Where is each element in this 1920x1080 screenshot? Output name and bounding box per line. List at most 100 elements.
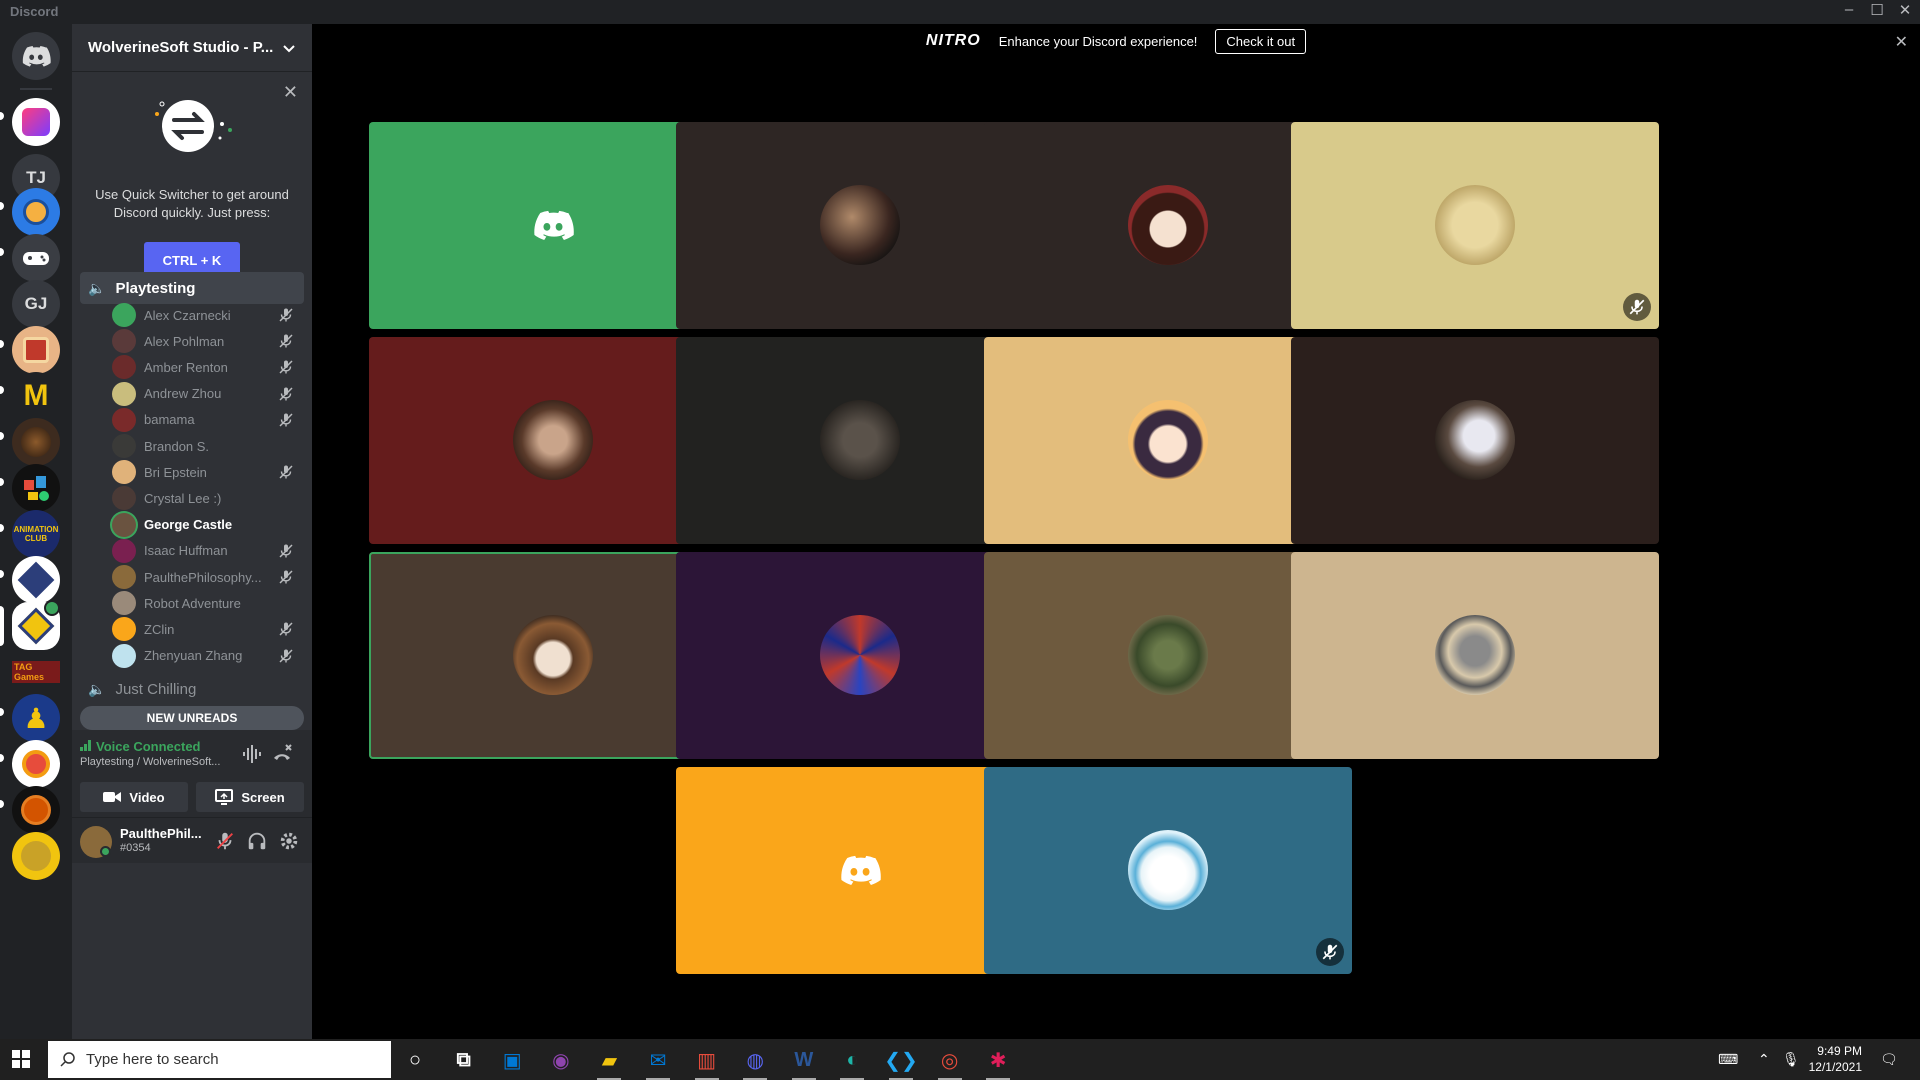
avatar: [112, 329, 136, 354]
podcast-taskbar-icon[interactable]: ◉: [546, 1045, 576, 1075]
avatar: [820, 615, 901, 695]
keyboard-icon[interactable]: ⌨: [1718, 1051, 1738, 1068]
discord-taskbar-icon[interactable]: ◍: [740, 1045, 770, 1080]
mic-muted-icon[interactable]: [214, 830, 236, 852]
new-unreads-button[interactable]: NEW UNREADS: [80, 706, 304, 730]
camera-icon: [103, 792, 122, 802]
mic-muted-icon: [278, 543, 294, 562]
voice-user-name: Andrew Zhou: [144, 386, 222, 402]
user-tag: #0354: [120, 842, 151, 854]
participant-tile[interactable]: [1290, 122, 1659, 329]
cortana-taskbar-icon[interactable]: ○: [400, 1045, 430, 1075]
voice-location-link[interactable]: Playtesting / WolverineSoft...: [80, 756, 220, 768]
avatar: [112, 643, 136, 668]
vscode-taskbar-icon[interactable]: ❮❯: [884, 1045, 918, 1080]
tag-games-logo: TAG Games: [12, 661, 60, 683]
unread-pill: [0, 202, 4, 210]
avatar: [820, 185, 901, 265]
server-9[interactable]: [12, 464, 60, 512]
screen-share-button[interactable]: Screen: [196, 782, 304, 812]
nitro-logo: NITRO: [925, 32, 981, 49]
close-icon[interactable]: ✕: [283, 82, 298, 103]
server-17-logo: [21, 841, 51, 871]
video-stage: NITRO Enhance your Discord experience! C…: [312, 24, 1920, 1039]
home-button[interactable]: [12, 32, 60, 80]
server-11[interactable]: [12, 556, 60, 604]
video-button[interactable]: Video: [80, 782, 188, 812]
word-taskbar-icon[interactable]: W: [789, 1045, 819, 1080]
server-14[interactable]: ♟: [12, 694, 60, 742]
server-6[interactable]: [12, 326, 60, 374]
server-8[interactable]: [12, 418, 60, 466]
mic-muted-icon: [278, 333, 294, 352]
mic-muted-icon: [278, 464, 294, 483]
server-16-logo: [21, 795, 51, 825]
avatar: [112, 565, 136, 589]
avatar: [513, 615, 593, 695]
voice-user-name: Zhenyuan Zhang: [144, 648, 243, 664]
close-icon[interactable]: ✕: [1895, 32, 1908, 52]
guild-header[interactable]: WolverineSoft Studio - P...: [72, 24, 312, 72]
mic-muted-icon: [278, 307, 294, 326]
headphones-icon[interactable]: [246, 830, 268, 852]
avatar: [112, 355, 136, 380]
avatar: [1127, 185, 1208, 265]
notifications-icon[interactable]: 🗨: [1880, 1051, 1898, 1068]
voice-activity-badge: [44, 600, 60, 616]
noise-suppression-icon[interactable]: [240, 742, 264, 766]
server-7[interactable]: M: [12, 372, 60, 420]
active-server-pill: [0, 606, 4, 646]
maximize-button[interactable]: ☐: [1864, 1, 1890, 19]
participant-tile[interactable]: [983, 767, 1352, 974]
check-it-out-button[interactable]: Check it out: [1215, 28, 1307, 54]
voice-user-name: Amber Renton: [144, 359, 228, 375]
server-16[interactable]: [12, 786, 60, 834]
voice-user-name: George Castle: [144, 517, 233, 533]
avatar: [112, 591, 136, 616]
close-window-button[interactable]: ✕: [1892, 1, 1918, 19]
server-gj[interactable]: GJ: [12, 280, 60, 328]
speaker-icon: 🔈: [88, 680, 106, 697]
server-1[interactable]: [12, 98, 60, 146]
server-4[interactable]: [12, 234, 60, 282]
file-explorer-taskbar-icon[interactable]: ▰: [594, 1045, 624, 1080]
nitro-text: Enhance your Discord experience!: [998, 33, 1198, 49]
participant-tile[interactable]: [1290, 337, 1659, 544]
unread-pill: [0, 432, 4, 440]
server-11-logo: [17, 561, 55, 599]
unread-pill: [0, 340, 4, 348]
voice-channel-just-chilling[interactable]: 🔈 Just Chilling: [80, 673, 304, 705]
signal-icon: [80, 740, 91, 751]
voice-user-name: PaulthePhilosophy...: [144, 569, 262, 585]
minimize-button[interactable]: –: [1836, 1, 1862, 18]
microphone-icon[interactable]: 🎙: [1782, 1051, 1800, 1068]
disconnect-icon[interactable]: [270, 742, 294, 766]
voice-user-row[interactable]: Zhenyuan Zhang: [112, 640, 304, 672]
taskbar-search-input[interactable]: Type here to search: [48, 1041, 391, 1078]
windows-taskbar: Type here to search ○ ⧉ ▣ ◉ ▰ ✉ ▥ ◍ W ◐ ❮❯ ◎ ✱ ⌨ ⌃ 🎙…: [0, 1039, 1920, 1080]
mic-muted-icon: [278, 412, 294, 431]
server-10[interactable]: ANIMATION CLUB: [12, 510, 60, 558]
server-13[interactable]: TAG Games: [12, 648, 60, 696]
discord-logo-icon: [534, 210, 574, 241]
office-taskbar-icon[interactable]: ▥: [692, 1045, 722, 1080]
speaker-icon: 🔈: [88, 279, 106, 296]
chevron-up-icon[interactable]: ⌃: [1758, 1051, 1770, 1068]
unread-pill: [0, 570, 4, 578]
windows-start-icon[interactable]: [12, 1050, 30, 1068]
server-15[interactable]: [12, 740, 60, 788]
server-17[interactable]: [12, 832, 60, 880]
gear-icon[interactable]: [278, 830, 300, 852]
discord-logo-icon: [841, 855, 882, 886]
participant-tile[interactable]: [1290, 552, 1659, 759]
mail-taskbar-icon[interactable]: ✉: [643, 1045, 673, 1080]
task-view-taskbar-icon[interactable]: ⧉: [449, 1045, 479, 1075]
slack-taskbar-icon[interactable]: ✱: [983, 1045, 1013, 1080]
taskbar-clock[interactable]: 9:49 PM 12/1/2021: [1809, 1043, 1862, 1075]
username: PaulthePhil...: [120, 826, 202, 841]
chrome-taskbar-icon[interactable]: ◎: [935, 1045, 965, 1080]
edge-taskbar-icon[interactable]: ◐: [837, 1045, 867, 1080]
guild-name: WolverineSoft Studio - P...: [88, 39, 274, 56]
store-taskbar-icon[interactable]: ▣: [497, 1045, 527, 1075]
server-3[interactable]: [12, 188, 60, 236]
